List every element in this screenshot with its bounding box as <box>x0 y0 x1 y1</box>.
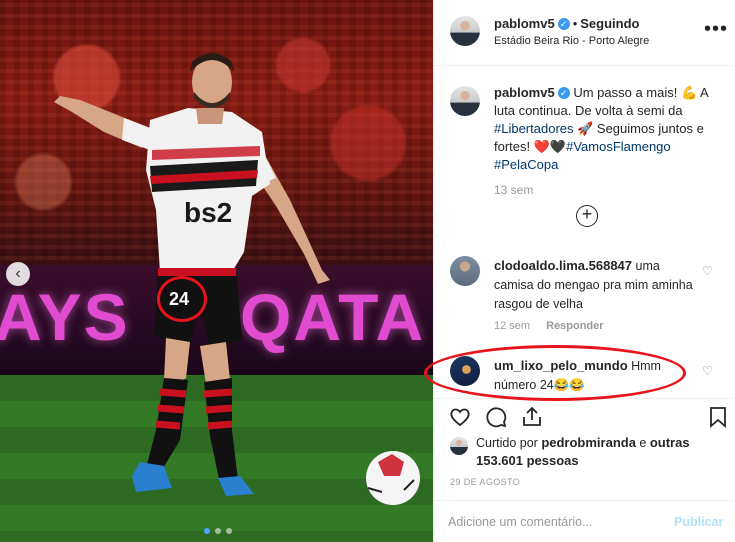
add-comment-bar: Adicione um comentário... Publicar <box>434 500 735 542</box>
verified-icon: ✓ <box>557 18 570 30</box>
header-user-line: pablomv5 ✓ • Seguindo <box>494 16 640 31</box>
carousel-prev-button[interactable]: ‹ <box>6 262 30 286</box>
liker-username[interactable]: pedrobmiranda <box>541 435 636 450</box>
comment-input[interactable]: Adicione um comentário... <box>448 515 593 529</box>
post-side-panel: pablomv5 ✓ • Seguindo Estádio Beira Rio - P… <box>433 0 735 542</box>
annotation-circle-comment <box>424 345 686 401</box>
verified-icon: ✓ <box>557 87 570 99</box>
location-link[interactable]: Estádio Beira Rio - Porto Alegre <box>494 35 649 47</box>
avatar[interactable] <box>450 16 480 46</box>
comment-time[interactable]: 12 sem <box>494 320 530 332</box>
more-options-icon[interactable]: ••• <box>704 18 728 41</box>
heart-icon[interactable] <box>448 405 472 429</box>
like-comment-icon[interactable]: ♡ <box>702 264 713 278</box>
carousel-dot <box>215 528 221 534</box>
hashtag[interactable]: #VamosFlamengo <box>566 139 671 154</box>
comment-meta: 12 sem Responder <box>494 320 604 332</box>
load-more-comments-icon[interactable]: + <box>576 205 598 227</box>
bookmark-icon[interactable] <box>706 405 730 429</box>
avatar[interactable] <box>450 437 468 455</box>
caption-text: pablomv5 ✓ Um passo a mais! 💪 A luta cont… <box>494 84 726 174</box>
comment-icon[interactable] <box>484 405 508 429</box>
avatar[interactable] <box>450 256 480 286</box>
carousel-dots <box>204 528 232 534</box>
post-photo[interactable]: AYS QATA bs2 24 ‹ <box>0 0 433 542</box>
comment-author[interactable]: clodoaldo.lima.568847 <box>494 258 632 273</box>
avatar[interactable] <box>450 86 480 116</box>
football-player: bs2 24 <box>54 53 420 505</box>
annotation-circle-number <box>157 276 207 322</box>
share-icon[interactable] <box>520 405 544 429</box>
likes-text: Curtido por pedrobmiranda e outras 153.6… <box>476 435 690 468</box>
like-comment-icon[interactable]: ♡ <box>702 364 713 378</box>
author-username[interactable]: pablomv5 <box>494 16 555 31</box>
action-bar <box>434 398 735 438</box>
sponsor-text: bs2 <box>184 197 232 228</box>
hashtag[interactable]: #PelaCopa <box>494 157 558 172</box>
comment-text: clodoaldo.lima.568847 uma camisa do meng… <box>494 256 702 314</box>
post-date[interactable]: 29 DE AGOSTO <box>450 477 520 487</box>
carousel-dot <box>204 528 210 534</box>
hashtag[interactable]: #Libertadores <box>494 121 574 136</box>
caption-time[interactable]: 13 sem <box>494 183 533 197</box>
publish-button[interactable]: Publicar <box>674 515 723 529</box>
reply-button[interactable]: Responder <box>546 320 603 332</box>
follow-status-button[interactable]: Seguindo <box>580 16 639 31</box>
post-header: pablomv5 ✓ • Seguindo Estádio Beira Rio - P… <box>434 0 735 66</box>
caption-author[interactable]: pablomv5 <box>494 85 555 100</box>
carousel-dot <box>226 528 232 534</box>
